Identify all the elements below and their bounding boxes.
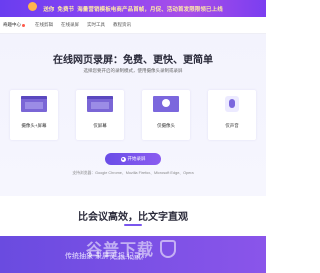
banner-prefix: 送你: [43, 6, 55, 13]
mode-label: 摄像头+屏幕: [21, 123, 47, 128]
section-title: 比会议高效，比文字直观: [78, 212, 188, 223]
start-recording-button[interactable]: 开始录屏: [105, 153, 161, 165]
promo-banner[interactable]: 送你 免费节 海量营销模板电商产品首帧，月促、活动首发限限领已上线: [0, 0, 266, 17]
nav-brand[interactable]: 奇趣中心: [3, 22, 25, 28]
start-recording-label: 开始录屏: [127, 156, 146, 161]
banner-text: 海量营销模板电商产品首帧，月促、活动首发限限领已上线: [77, 6, 223, 13]
watermark-shield-icon: [160, 240, 176, 258]
nav-link-tools[interactable]: 实时工具: [87, 22, 105, 28]
nav-brand-label: 奇趣中心: [3, 22, 21, 27]
section-underline: [124, 224, 142, 226]
mode-label: 仅屏幕: [93, 123, 107, 128]
screen-camera-icon: [21, 96, 47, 112]
microphone-icon: [225, 96, 239, 112]
camera-icon: [153, 96, 179, 112]
mode-label: 仅声音: [225, 123, 239, 128]
mode-screen-camera[interactable]: 摄像头+屏幕: [10, 90, 58, 140]
nav-link-record[interactable]: 在线录屏: [61, 22, 79, 28]
supported-browsers: 支持浏览器：Google Chrome、Mozilla Firefox、Micr…: [72, 171, 194, 175]
hero-subtitle: 选择您要开启的录制模式，使用摄像头录制或录屏: [83, 68, 183, 73]
nav-link-tutorials[interactable]: 教程资讯: [113, 22, 131, 28]
banner-logo-icon: [28, 2, 37, 11]
record-icon: [120, 156, 126, 162]
mode-audio-only[interactable]: 仅声音: [208, 90, 256, 140]
mode-options: 摄像头+屏幕 仅屏幕 仅摄像头 仅声音: [10, 90, 256, 140]
hero-section: 在线网页录屏：免费、更快、更简单 选择您要开启的录制模式，使用摄像头录制或录屏 …: [0, 34, 266, 196]
mode-label: 仅摄像头: [157, 123, 175, 128]
screen-icon: [87, 96, 113, 112]
mode-screen-only[interactable]: 仅屏幕: [76, 90, 124, 140]
banner-highlight: 免费节: [57, 6, 75, 13]
top-nav: 奇趣中心 在线剪辑 在线录屏 实时工具 教程资讯: [0, 17, 266, 34]
nav-links: 在线剪辑 在线录屏 实时工具 教程资讯: [35, 22, 131, 28]
hero-title: 在线网页录屏：免费、更快、更简单: [53, 55, 213, 66]
nav-link-edit[interactable]: 在线剪辑: [35, 22, 53, 28]
watermark-subtext: PCSOFT.COM: [110, 256, 143, 262]
mode-camera-only[interactable]: 仅摄像头: [142, 90, 190, 140]
notification-dot-icon: [22, 23, 25, 27]
